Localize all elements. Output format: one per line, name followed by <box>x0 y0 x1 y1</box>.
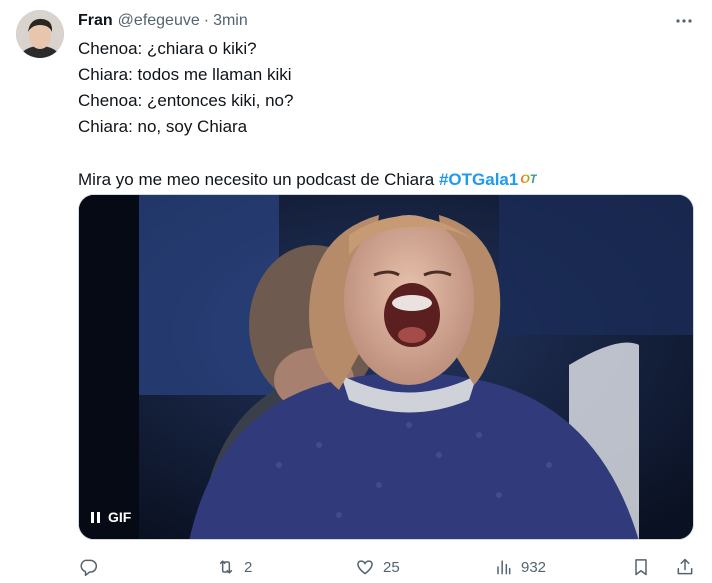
reply-button[interactable] <box>78 554 98 580</box>
retweet-icon <box>219 560 233 574</box>
views-count: 932 <box>521 558 547 576</box>
author-name[interactable]: Fran <box>78 12 113 30</box>
like-button[interactable]: 25 <box>355 554 400 580</box>
gif-badge[interactable]: GIF <box>91 509 131 525</box>
ot-hashflag-icon: OT <box>520 166 537 192</box>
action-bar: 2 25 932 <box>78 554 698 580</box>
author-handle[interactable]: @efegeuve <box>118 12 200 30</box>
share-button[interactable] <box>675 554 695 580</box>
gif-label: GIF <box>108 509 132 525</box>
tweet-text: Chenoa: ¿chiara o kiki? Chiara: todos me… <box>78 36 678 192</box>
retweet-count: 2 <box>244 558 253 576</box>
separator: · <box>203 12 210 29</box>
heart-icon <box>357 560 373 575</box>
tweet-final-text: Mira yo me meo necesito un podcast de Ch… <box>78 170 439 189</box>
avatar[interactable] <box>16 10 64 58</box>
views-button[interactable]: 932 <box>493 554 546 580</box>
gif-media[interactable]: GIF <box>78 194 694 540</box>
share-icon <box>677 558 693 575</box>
bookmark-button[interactable] <box>631 554 651 580</box>
more-options-icon[interactable] <box>672 10 696 32</box>
tweet-line-final: Mira yo me meo necesito un podcast de Ch… <box>78 166 678 192</box>
timestamp[interactable]: 3min <box>213 12 248 30</box>
tweet-header: Fran @efegeuve · 3min <box>78 10 696 32</box>
pause-icon[interactable] <box>91 511 100 523</box>
reply-icon <box>80 559 98 577</box>
hashtag-link[interactable]: #OTGala1 <box>439 170 518 189</box>
retweet-button[interactable]: 2 <box>216 554 252 580</box>
bookmark-icon <box>635 559 647 576</box>
avatar-image <box>16 10 64 58</box>
like-count: 25 <box>383 558 400 576</box>
tweet-line: Chiara: no, soy Chiara <box>78 117 248 136</box>
line-break <box>78 140 678 166</box>
gif-frame <box>79 195 693 539</box>
views-icon <box>497 560 511 575</box>
tweet-line: Chenoa: ¿chiara o kiki? <box>78 39 257 58</box>
tweet-line: Chenoa: ¿entonces kiki, no? <box>78 91 294 110</box>
tweet-line: Chiara: todos me llaman kiki <box>78 65 292 84</box>
